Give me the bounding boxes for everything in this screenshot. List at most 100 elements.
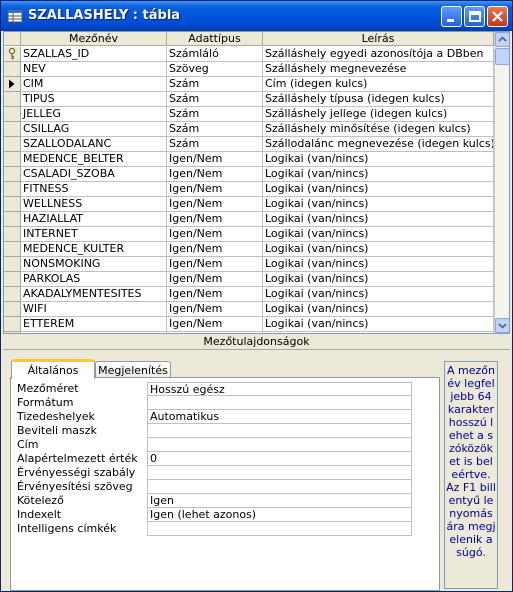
property-value-field[interactable]: Automatikus <box>147 410 412 424</box>
field-name-cell[interactable]: ETTEREM <box>21 317 167 332</box>
field-name-cell[interactable]: MEDENCE_BELTER <box>21 152 167 167</box>
row-selector[interactable] <box>4 197 21 212</box>
scroll-up-button[interactable] <box>495 32 509 47</box>
property-value-field[interactable]: 0 <box>147 452 412 466</box>
field-name-cell[interactable]: INTERNET <box>21 227 167 242</box>
description-cell[interactable]: Logikai (van/nincs) <box>263 287 494 302</box>
minimize-button[interactable] <box>441 6 462 27</box>
description-cell[interactable]: Logikai (van/nincs) <box>263 197 494 212</box>
data-type-cell[interactable]: Szám <box>167 77 263 92</box>
property-value-field[interactable]: Hosszú egész <box>147 382 412 396</box>
table-row[interactable]: NONSMOKING Igen/Nem Logikai (van/nincs) <box>4 257 494 272</box>
data-type-cell[interactable]: Igen/Nem <box>167 182 263 197</box>
table-row[interactable]: MEDENCE_BELTER Igen/Nem Logikai (van/nincs… <box>4 152 494 167</box>
table-row[interactable]: HAZIALLAT Igen/Nem Logikai (van/nincs) <box>4 212 494 227</box>
description-cell[interactable]: Szállodalánc megnevezése (idegen kulcs) <box>263 137 494 152</box>
field-name-cell[interactable]: NEV <box>21 62 167 77</box>
field-name-cell[interactable]: CSILLAG <box>21 122 167 137</box>
field-name-cell[interactable]: MEDENCE_KULTER <box>21 242 167 257</box>
field-name-cell[interactable]: NONSMOKING <box>21 257 167 272</box>
description-cell[interactable]: Szálláshely jellege (idegen kulcs) <box>263 107 494 122</box>
table-row[interactable]: INTERNET Igen/Nem Logikai (van/nincs) <box>4 227 494 242</box>
tab-lookup[interactable]: Megjelenítés <box>95 361 171 378</box>
description-cell[interactable]: Logikai (van/nincs) <box>263 182 494 197</box>
grid-vertical-scrollbar[interactable] <box>494 32 509 333</box>
description-cell[interactable]: Logikai (van/nincs) <box>263 212 494 227</box>
table-row[interactable]: CSALADI_SZOBA Igen/Nem Logikai (van/nincs) <box>4 167 494 182</box>
data-type-cell[interactable]: Számláló <box>167 47 263 62</box>
row-selector[interactable] <box>4 287 21 302</box>
description-cell[interactable]: Logikai (van/nincs) <box>263 152 494 167</box>
data-type-cell[interactable]: Szám <box>167 122 263 137</box>
row-selector[interactable] <box>4 257 21 272</box>
data-type-cell[interactable]: Igen/Nem <box>167 152 263 167</box>
title-bar[interactable]: SZALLASHELY : tábla <box>1 1 512 31</box>
row-selector[interactable] <box>4 317 21 332</box>
data-type-cell[interactable]: Szám <box>167 92 263 107</box>
property-value-field[interactable] <box>147 522 412 536</box>
table-row[interactable]: FITNESS Igen/Nem Logikai (van/nincs) <box>4 182 494 197</box>
field-name-cell[interactable]: CIM <box>21 77 167 92</box>
description-cell[interactable]: Szálláshely megnevezése <box>263 62 494 77</box>
field-name-cell[interactable]: SZALLODALANC <box>21 137 167 152</box>
description-cell[interactable]: Cím (idegen kulcs) <box>263 77 494 92</box>
table-row[interactable]: JELLEG Szám Szálláshely jellege (idegen ku… <box>4 107 494 122</box>
field-name-cell[interactable]: WELLNESS <box>21 197 167 212</box>
data-type-cell[interactable]: Igen/Nem <box>167 317 263 332</box>
row-selector[interactable] <box>4 272 21 287</box>
field-name-cell[interactable]: PARKOLAS <box>21 272 167 287</box>
data-type-cell[interactable]: Szöveg <box>167 62 263 77</box>
maximize-button[interactable] <box>464 6 485 27</box>
close-button[interactable] <box>487 6 508 27</box>
table-row[interactable]: CSILLAG Szám Szálláshely minősítése (idege… <box>4 122 494 137</box>
description-cell[interactable]: Logikai (van/nincs) <box>263 302 494 317</box>
description-cell[interactable]: Logikai (van/nincs) <box>263 257 494 272</box>
row-selector[interactable] <box>4 77 21 92</box>
table-row[interactable]: MEDENCE_KULTER Igen/Nem Logikai (van/nincs… <box>4 242 494 257</box>
data-type-cell[interactable]: Igen/Nem <box>167 242 263 257</box>
row-selector[interactable] <box>4 227 21 242</box>
table-row[interactable]: PARKOLAS Igen/Nem Logikai (van/nincs) <box>4 272 494 287</box>
header-data-type[interactable]: Adattípus <box>167 32 263 46</box>
field-name-cell[interactable]: WIFI <box>21 302 167 317</box>
row-selector[interactable] <box>4 167 21 182</box>
property-value-field[interactable] <box>147 466 412 480</box>
row-selector[interactable] <box>4 137 21 152</box>
row-selector[interactable] <box>4 107 21 122</box>
data-type-cell[interactable]: Szám <box>167 107 263 122</box>
tab-general[interactable]: Általános <box>11 359 95 379</box>
property-value-field[interactable] <box>147 438 412 452</box>
row-selector[interactable] <box>4 47 21 62</box>
row-selector[interactable] <box>4 242 21 257</box>
table-row[interactable]: SZALLODALANC Szám Szállodalánc megnevezése… <box>4 137 494 152</box>
data-type-cell[interactable]: Igen/Nem <box>167 272 263 287</box>
field-name-cell[interactable]: AKADALYMENTESITES <box>21 287 167 302</box>
property-value-field[interactable]: Igen (lehet azonos) <box>147 508 412 522</box>
table-row[interactable]: SZALLAS_ID Számláló Szálláshely egyedi azo… <box>4 47 494 62</box>
table-row[interactable]: WIFI Igen/Nem Logikai (van/nincs) <box>4 302 494 317</box>
description-cell[interactable]: Logikai (van/nincs) <box>263 317 494 332</box>
row-selector[interactable] <box>4 182 21 197</box>
description-cell[interactable]: Logikai (van/nincs) <box>263 242 494 257</box>
description-cell[interactable]: Szálláshely minősítése (idegen kulcs) <box>263 122 494 137</box>
row-selector[interactable] <box>4 62 21 77</box>
field-name-cell[interactable]: TIPUS <box>21 92 167 107</box>
row-selector[interactable] <box>4 122 21 137</box>
description-cell[interactable]: Logikai (van/nincs) <box>263 167 494 182</box>
table-row[interactable]: ETTEREM Igen/Nem Logikai (van/nincs) <box>4 317 494 332</box>
property-value-field[interactable] <box>147 480 412 494</box>
data-type-cell[interactable]: Igen/Nem <box>167 287 263 302</box>
field-name-cell[interactable]: JELLEG <box>21 107 167 122</box>
field-name-cell[interactable]: FITNESS <box>21 182 167 197</box>
description-cell[interactable]: Logikai (van/nincs) <box>263 272 494 287</box>
data-type-cell[interactable]: Igen/Nem <box>167 212 263 227</box>
data-type-cell[interactable]: Igen/Nem <box>167 302 263 317</box>
data-type-cell[interactable]: Igen/Nem <box>167 167 263 182</box>
property-value-field[interactable] <box>147 396 412 410</box>
row-selector[interactable] <box>4 152 21 167</box>
scroll-thumb[interactable] <box>495 48 509 65</box>
description-cell[interactable]: Szálláshely egyedi azonosítója a DBben <box>263 47 494 62</box>
description-cell[interactable]: Logikai (van/nincs) <box>263 227 494 242</box>
data-type-cell[interactable]: Igen/Nem <box>167 227 263 242</box>
description-cell[interactable]: Szálláshely típusa (idegen kulcs) <box>263 92 494 107</box>
